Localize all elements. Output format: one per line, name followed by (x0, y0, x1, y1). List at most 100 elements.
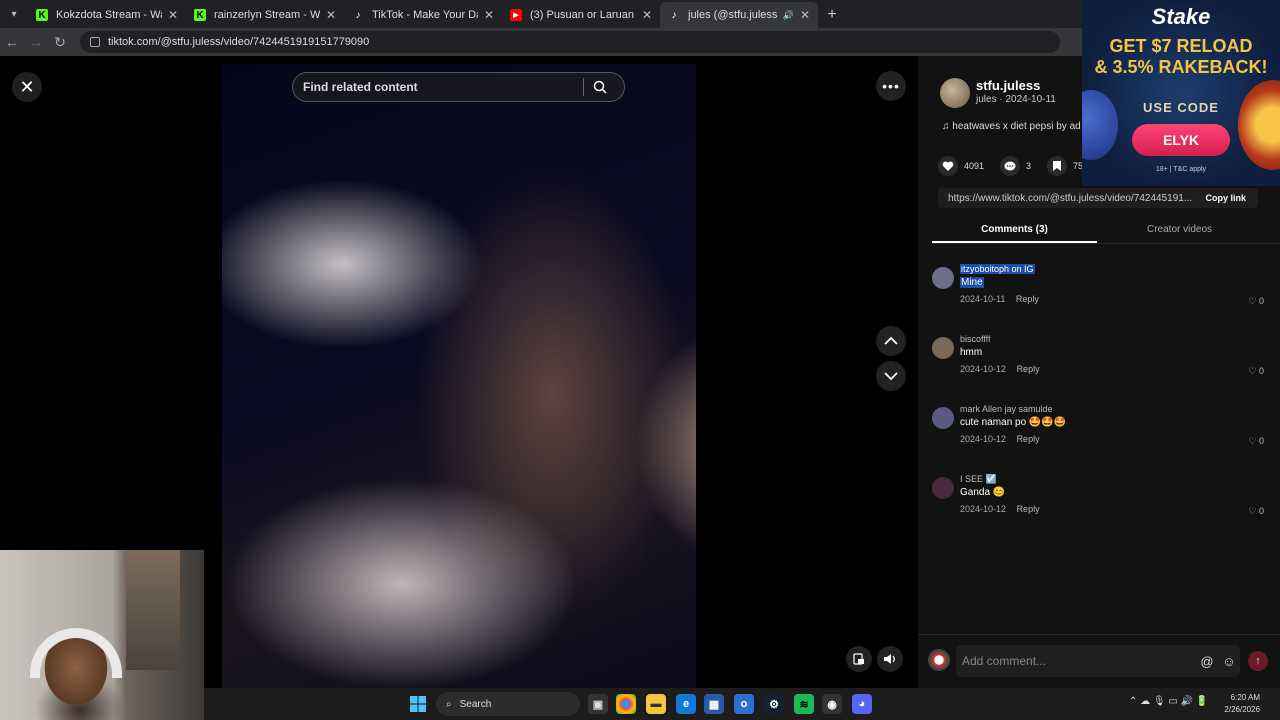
ad-decoration-wheel (1238, 80, 1280, 170)
reply-button[interactable]: Reply (1017, 364, 1040, 374)
close-tab-icon[interactable]: ✕ (484, 8, 494, 22)
panel-tabs: Comments (3) Creator videos (932, 216, 1280, 244)
reply-button[interactable]: Reply (1017, 434, 1040, 444)
like-button[interactable]: 4091 (938, 156, 984, 176)
browser-tab[interactable]: K rainzerlyn Stream - Watch Live ✕ (186, 2, 344, 28)
comment-like-count: 0 (1258, 506, 1264, 516)
taskbar-search[interactable]: ⌕ Search (436, 692, 580, 716)
mention-icon[interactable]: @ (1200, 654, 1213, 669)
edge-icon[interactable]: e (676, 694, 696, 714)
reply-button[interactable]: Reply (1016, 294, 1039, 304)
emoji-icon[interactable]: ☺ (1222, 654, 1235, 669)
commenter-avatar[interactable] (932, 337, 954, 359)
author-username[interactable]: stfu.juless (976, 78, 1040, 93)
save-button[interactable]: 75 (1047, 156, 1083, 176)
address-bar[interactable]: tiktok.com/@stfu.juless/video/7424451919… (80, 31, 1060, 53)
task-view-icon[interactable]: ▣ (588, 694, 608, 714)
clock-date: 2/26/2026 (1224, 705, 1260, 714)
music-note-icon: ♫ (942, 121, 950, 132)
store-icon[interactable]: ▦ (704, 694, 724, 714)
copy-link-button[interactable]: Copy link (1193, 193, 1258, 203)
post-comment-button[interactable]: ↑ (1248, 651, 1268, 671)
obs-icon[interactable]: ◉ (822, 694, 842, 714)
comment-like-button[interactable]: ♡ 0 (1248, 366, 1264, 377)
commenter-avatar[interactable] (932, 407, 954, 429)
commenter-name[interactable]: itzyoboitoph on IG (960, 264, 1035, 274)
discord-icon[interactable]: ◕ (852, 694, 872, 714)
tab-creator-videos[interactable]: Creator videos (1097, 216, 1262, 243)
reload-icon[interactable]: ↻ (48, 34, 72, 51)
close-tab-icon[interactable]: ✕ (800, 8, 810, 22)
commenter-name[interactable]: I SEE ☑️ (960, 474, 997, 485)
reply-button[interactable]: Reply (1017, 504, 1040, 514)
chrome-icon[interactable] (616, 694, 636, 714)
music-title: heatwaves x diet pepsi by ad (952, 121, 1081, 132)
comment-like-count: 0 (1258, 366, 1264, 376)
tab-title: TikTok - Make Your Day (372, 9, 478, 21)
tiktok-icon: ♪ (355, 9, 361, 21)
search-icon: ⌕ (446, 698, 452, 710)
bookmark-icon (1047, 156, 1068, 176)
close-tab-icon[interactable]: ✕ (168, 8, 178, 22)
share-link-url[interactable]: https://www.tiktok.com/@stfu.juless/vide… (948, 193, 1193, 204)
commenter-name[interactable]: mark Allen jay samulde (960, 404, 1053, 414)
comment-item: itzyoboitoph on IG Mine 2024-10-11 Reply… (932, 264, 1272, 334)
volume-button[interactable] (877, 646, 903, 672)
related-search-box (292, 72, 625, 102)
stake-ad-overlay[interactable]: Stake GET $7 RELOAD & 3.5% RAKEBACK! USE… (1082, 0, 1280, 186)
tab-comments[interactable]: Comments (3) (932, 216, 1097, 243)
forward-icon[interactable]: → (24, 34, 48, 50)
windows-taskbar: ⌕ Search ▣ ▬ e ▦ o ⚙ ≋ ◉ ◕ ⌃ ☁ 🎙 ▭ 🔊 🔋 6… (204, 688, 1280, 720)
system-tray[interactable]: ⌃ ☁ 🎙 ▭ 🔊 🔋 (1129, 696, 1208, 707)
comment-like-button[interactable]: ♡ 0 (1248, 436, 1264, 447)
youtube-icon: ▶ (510, 9, 522, 21)
browser-tab[interactable]: K Kokzdota Stream - Watch Live o ✕ (28, 2, 186, 28)
author-avatar[interactable] (940, 78, 970, 108)
browser-tab[interactable]: ▶ (3) Pusuan or Laruan with Mari ✕ (502, 2, 660, 28)
share-link-row: https://www.tiktok.com/@stfu.juless/vide… (938, 188, 1258, 208)
comment-item: mark Allen jay samulde cute naman po 🤩🤩🤩… (932, 404, 1272, 474)
music-row[interactable]: ♫ heatwaves x diet pepsi by ad (942, 121, 1082, 132)
engagement-stats: 4091 3 75 (938, 156, 1099, 176)
new-tab-button[interactable]: + (818, 2, 846, 28)
tab-title: jules (@stfu.juless) | TikTok (688, 9, 777, 21)
search-input[interactable] (303, 80, 583, 94)
floating-player-button[interactable] (846, 646, 872, 672)
next-video-button[interactable] (876, 361, 906, 391)
outlook-icon[interactable]: o (734, 694, 754, 714)
commenter-name[interactable]: biscoffff (960, 334, 991, 344)
comment-like-button[interactable]: ♡ 0 (1248, 296, 1264, 307)
commenter-avatar[interactable] (932, 477, 954, 499)
windows-start-icon[interactable] (410, 696, 426, 712)
site-info-icon[interactable] (90, 37, 100, 47)
steam-icon[interactable]: ⚙ (764, 694, 784, 714)
search-icon[interactable] (584, 80, 616, 94)
comment-button[interactable]: 3 (1000, 156, 1031, 176)
comment-like-button[interactable]: ♡ 0 (1248, 506, 1264, 517)
close-tab-icon[interactable]: ✕ (326, 8, 336, 22)
ad-code-button[interactable]: ELYK (1132, 124, 1230, 156)
browser-tab[interactable]: ♪ TikTok - Make Your Day ✕ (344, 2, 502, 28)
browser-tab-active[interactable]: ♪ jules (@stfu.juless) | TikTok 🔊 ✕ (660, 2, 818, 28)
comment-input[interactable] (962, 645, 1182, 677)
commenter-avatar[interactable] (932, 267, 954, 289)
comment-meta: 2024-10-12 Reply (960, 504, 1040, 514)
close-video-button[interactable]: ✕ (12, 72, 42, 102)
current-user-avatar[interactable] (928, 649, 950, 671)
comment-input-wrap (956, 645, 1196, 677)
close-tab-icon[interactable]: ✕ (642, 8, 652, 22)
comment-date: 2024-10-12 (960, 504, 1007, 514)
tab-search-menu-icon[interactable]: ▾ (0, 0, 28, 28)
more-options-button[interactable]: ••• (876, 71, 906, 101)
taskbar-clock[interactable]: 6:20 AM 2/26/2026 (1224, 692, 1260, 716)
spotify-icon[interactable]: ≋ (794, 694, 814, 714)
previous-video-button[interactable] (876, 326, 906, 356)
back-icon[interactable]: ← (0, 34, 24, 50)
add-comment-bar: @ ☺ ↑ (918, 634, 1280, 688)
comment-item: I SEE ☑️ Ganda 😊 2024-10-12 Reply ♡ 0 (932, 474, 1272, 544)
speaker-icon[interactable]: 🔊 (783, 10, 794, 21)
video-player[interactable] (222, 64, 696, 688)
webcam-headset (30, 628, 122, 678)
comment-text: cute naman po 🤩🤩🤩 (960, 417, 1067, 428)
file-explorer-icon[interactable]: ▬ (646, 694, 666, 714)
